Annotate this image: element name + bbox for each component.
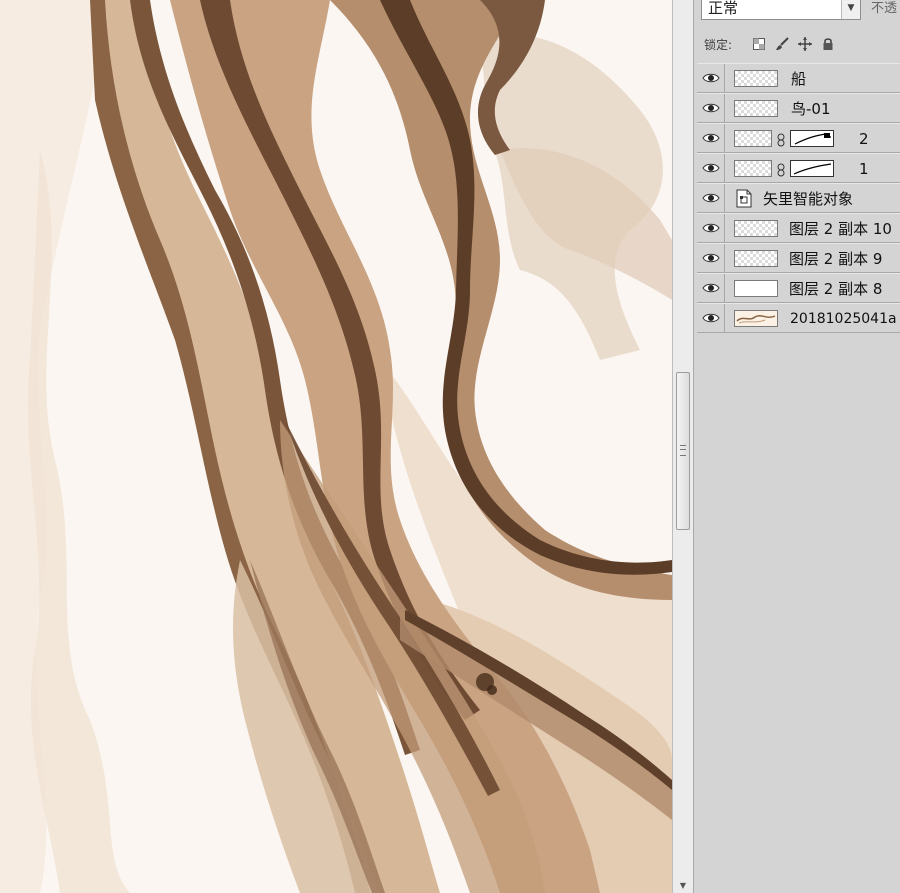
visibility-eye-icon[interactable] (697, 214, 725, 243)
lock-transparent-icon[interactable] (752, 36, 766, 50)
visibility-eye-icon[interactable] (697, 184, 725, 213)
blend-mode-select[interactable]: 正常 ▼ (701, 0, 861, 20)
visibility-eye-icon[interactable] (697, 64, 725, 93)
ink-painting-artwork (0, 0, 672, 893)
visibility-eye-icon[interactable] (697, 304, 725, 333)
layer-name: 图层 2 副本 8 (789, 280, 883, 298)
layer-name: 1 (859, 160, 869, 178)
layer-name: 图层 2 副本 10 (789, 220, 892, 238)
layer-mask-thumbnail[interactable] (790, 160, 834, 177)
layer-name: 图层 2 副本 9 (789, 250, 883, 268)
layer-row[interactable]: 图层 2 副本 9 (697, 243, 900, 273)
scrollbar-thumb[interactable] (676, 372, 690, 530)
layer-name: 鸟-01 (791, 100, 831, 118)
blend-mode-row: 正常 ▼ 不透 (694, 0, 900, 26)
blend-mode-value: 正常 (708, 0, 739, 17)
visibility-eye-icon[interactable] (697, 124, 725, 153)
layer-row[interactable]: 船 (697, 63, 900, 93)
layer-thumbnail (734, 250, 778, 267)
layer-row[interactable]: 矢里智能对象 (697, 183, 900, 213)
layer-mask-thumbnail[interactable] (790, 130, 834, 147)
layer-name: 20181025041a (790, 311, 897, 327)
smart-object-icon (736, 189, 752, 208)
layer-image-thumbnail (734, 310, 778, 327)
chain-link-icon[interactable] (776, 132, 786, 151)
layer-name: 2 (859, 130, 869, 148)
layer-name: 矢里智能对象 (763, 190, 854, 208)
layer-row[interactable]: 20181025041a (697, 303, 900, 333)
layer-thumbnail (734, 130, 772, 147)
layer-row[interactable]: 鸟-01 (697, 93, 900, 123)
layer-thumbnail (734, 100, 778, 117)
layer-name: 船 (791, 70, 807, 88)
canvas-vertical-scrollbar[interactable]: ▼ (672, 0, 694, 893)
layers-list: 船 鸟-01 2 1 矢里智能对象 图层 2 副本 10 图层 2 副本 9 图… (697, 63, 900, 333)
scrollbar-grip-icon (680, 445, 686, 456)
layer-thumbnail (734, 70, 778, 87)
visibility-eye-icon[interactable] (697, 244, 725, 273)
layer-row[interactable]: 2 (697, 123, 900, 153)
layer-thumbnail (734, 280, 778, 297)
lock-row: 锁定: (694, 30, 900, 58)
layer-thumbnail (734, 220, 778, 237)
visibility-eye-icon[interactable] (697, 274, 725, 303)
layers-panel: 正常 ▼ 不透 锁定: 船 鸟-01 2 1 矢里智能对象 图层 2 副本 10… (694, 0, 900, 893)
lock-label: 锁定: (704, 38, 733, 52)
chevron-down-icon[interactable]: ▼ (841, 0, 860, 19)
lock-brush-icon[interactable] (775, 36, 789, 50)
layer-thumbnail (734, 160, 772, 177)
chain-link-icon[interactable] (776, 162, 786, 181)
visibility-eye-icon[interactable] (697, 94, 725, 123)
document-canvas[interactable] (0, 0, 672, 893)
layer-row[interactable]: 图层 2 副本 8 (697, 273, 900, 303)
lock-all-icon[interactable] (821, 36, 835, 50)
layer-row[interactable]: 1 (697, 153, 900, 183)
visibility-eye-icon[interactable] (697, 154, 725, 183)
scroll-down-arrow-icon[interactable]: ▼ (677, 881, 689, 891)
lock-move-icon[interactable] (798, 36, 812, 51)
layer-row[interactable]: 图层 2 副本 10 (697, 213, 900, 243)
opacity-label: 不透 (871, 1, 898, 16)
